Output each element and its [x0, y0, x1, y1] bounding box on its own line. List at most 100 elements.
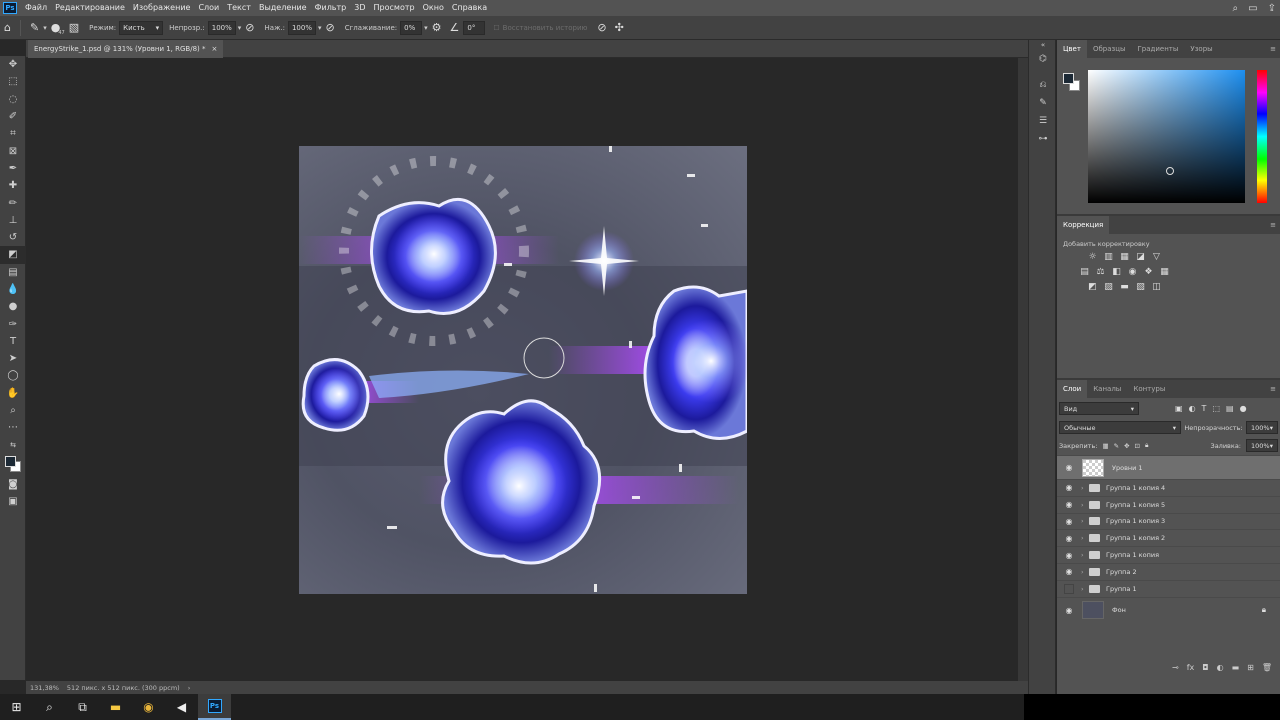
tab-layers[interactable]: Слои [1057, 380, 1088, 398]
chevron-right-icon[interactable]: › [1081, 534, 1089, 542]
file-explorer-icon[interactable]: ▬ [99, 694, 132, 720]
layer-name[interactable]: Группа 1 копия 2 [1106, 534, 1165, 542]
layer-name[interactable]: Уровни 1 [1112, 464, 1143, 472]
chevron-down-icon[interactable]: ▾ [238, 24, 242, 32]
task-view-icon[interactable]: ⧉ [66, 694, 99, 720]
fx-icon[interactable]: fx [1187, 663, 1195, 672]
eye-icon[interactable]: ◉ [1063, 534, 1075, 543]
menu-select[interactable]: Выделение [255, 0, 311, 16]
tab-swatches[interactable]: Образцы [1087, 40, 1132, 58]
chevron-right-icon[interactable]: › [1081, 484, 1089, 492]
menu-window[interactable]: Окно [419, 0, 448, 16]
history-brush-tool-icon[interactable]: ↺ [0, 229, 26, 246]
chevron-right-icon[interactable]: › [1081, 517, 1089, 525]
eye-icon[interactable]: ◉ [1063, 517, 1075, 526]
airbrush-icon[interactable]: ⊘ [326, 21, 335, 34]
color-swatches[interactable] [0, 454, 26, 476]
eye-icon[interactable]: ◉ [1063, 500, 1075, 509]
marquee-tool-icon[interactable]: ⬚ [0, 73, 26, 90]
chevron-right-icon[interactable]: › [1081, 551, 1089, 559]
close-icon[interactable]: × [212, 40, 218, 58]
crop-tool-icon[interactable]: ⌗ [0, 125, 26, 142]
selective-color-icon[interactable]: ◫ [1151, 282, 1162, 292]
black-white-icon[interactable]: ◧ [1111, 267, 1122, 277]
tab-paths[interactable]: Контуры [1127, 380, 1171, 398]
photo-filter-icon[interactable]: ◉ [1127, 267, 1138, 277]
adjustment-filter-icon[interactable]: ◐ [1189, 404, 1196, 413]
chevron-right-icon[interactable]: › [1081, 585, 1089, 593]
type-filter-icon[interactable]: T [1202, 404, 1207, 413]
filter-toggle-icon[interactable]: ● [1240, 404, 1247, 413]
tab-channels[interactable]: Каналы [1087, 380, 1127, 398]
chevron-down-icon[interactable]: ▾ [424, 24, 428, 32]
chevron-down-icon[interactable]: ▾ [318, 24, 322, 32]
posterize-icon[interactable]: ▨ [1103, 282, 1114, 292]
gradient-map-icon[interactable]: ▧ [1135, 282, 1146, 292]
new-adjustment-icon[interactable]: ◐ [1217, 663, 1224, 672]
fill-field[interactable]: 100% ▾ [1246, 439, 1278, 452]
brushes-icon[interactable]: ✎ [1029, 94, 1057, 112]
lock-artboard-icon[interactable]: ⊡ [1135, 442, 1140, 450]
more-tools-icon[interactable]: ⋯ [0, 419, 26, 436]
lock-all-icon[interactable]: 🔒︎ [1145, 441, 1148, 450]
zoom-tool-icon[interactable]: ⌕ [0, 402, 26, 419]
shape-filter-icon[interactable]: ⬚ [1212, 404, 1220, 413]
smoothing-field[interactable]: 0% [400, 20, 423, 35]
tab-patterns[interactable]: Узоры [1184, 40, 1218, 58]
menu-file[interactable]: Файл [21, 0, 51, 16]
layer-filter-select[interactable]: Вид ▾ [1059, 402, 1139, 415]
frame-tool-icon[interactable]: ⊠ [0, 142, 26, 159]
pressure-size-icon[interactable]: ⊘ [597, 21, 606, 34]
layer-name[interactable]: Фон [1112, 606, 1126, 614]
menu-filter[interactable]: Фильтр [311, 0, 351, 16]
swap-colors-icon[interactable]: ⇆ [0, 437, 26, 454]
invert-icon[interactable]: ◩ [1087, 282, 1098, 292]
lasso-tool-icon[interactable]: ◌ [0, 91, 26, 108]
eraser-tool-icon[interactable]: ◩ [0, 246, 26, 264]
move-tool-icon[interactable]: ✥ [0, 56, 26, 73]
lock-position-icon[interactable]: ✥ [1124, 442, 1129, 450]
layer-name[interactable]: Группа 1 копия [1106, 551, 1159, 559]
type-tool-icon[interactable]: T [0, 333, 26, 350]
symmetry-icon[interactable]: ✣ [615, 21, 624, 34]
blend-mode-select[interactable]: Обычные ▾ [1059, 421, 1181, 434]
history-icon[interactable]: ⎌ [1029, 76, 1057, 94]
smart-object-filter-icon[interactable]: ▤ [1226, 404, 1234, 413]
eyedropper-tool-icon[interactable]: ✒ [0, 160, 26, 177]
layer-row[interactable]: ◉ › Группа 1 копия 4 [1057, 479, 1280, 496]
hue-saturation-icon[interactable]: ▤ [1079, 267, 1090, 277]
exposure-icon[interactable]: ◪ [1135, 252, 1146, 262]
tab-color[interactable]: Цвет [1057, 40, 1087, 58]
foreground-swatch[interactable] [5, 455, 16, 467]
media-app-icon[interactable]: ◀ [165, 694, 198, 720]
eye-icon[interactable]: ◉ [1063, 463, 1075, 472]
learn-icon[interactable]: ⌬ [1029, 50, 1057, 68]
pressure-opacity-icon[interactable]: ⊘ [245, 21, 254, 34]
gradient-tool-icon[interactable]: ▤ [0, 264, 26, 281]
vertical-scrollbar[interactable] [1018, 58, 1028, 681]
layer-row[interactable]: ◉ › Группа 2 [1057, 562, 1280, 580]
home-icon[interactable]: ⌂ [4, 21, 11, 34]
quick-select-tool-icon[interactable]: ✐ [0, 108, 26, 125]
menu-edit[interactable]: Редактирование [51, 0, 129, 16]
document-tab[interactable]: EnergyStrike_1.psd @ 131% (Уровни 1, RGB… [28, 40, 224, 58]
layer-name[interactable]: Группа 1 копия 4 [1106, 484, 1165, 492]
menu-view[interactable]: Просмотр [370, 0, 419, 16]
quick-mask-icon[interactable]: ◙ [0, 476, 26, 493]
pen-tool-icon[interactable]: ✑ [0, 315, 26, 332]
healing-brush-tool-icon[interactable]: ✚ [0, 177, 26, 194]
gear-icon[interactable]: ⚙ [432, 21, 442, 34]
layer-row[interactable]: ◉ Уровни 1 [1057, 455, 1280, 479]
link-layers-icon[interactable]: ⊸ [1172, 663, 1179, 672]
hue-slider[interactable] [1257, 70, 1267, 203]
opacity-field[interactable]: 100% [207, 20, 236, 35]
lock-pixels-icon[interactable]: ✎ [1114, 442, 1119, 450]
layer-row[interactable]: › Группа 1 [1057, 579, 1280, 597]
menu-help[interactable]: Справка [448, 0, 491, 16]
ellipse-tool-icon[interactable]: ◯ [0, 367, 26, 384]
vibrance-icon[interactable]: ▽ [1151, 252, 1162, 262]
lock-transparent-icon[interactable]: ▦ [1102, 442, 1108, 450]
eye-icon[interactable]: ◉ [1063, 483, 1075, 492]
foreground-color-swatch[interactable] [1063, 73, 1074, 84]
color-balance-icon[interactable]: ⚖ [1095, 267, 1106, 277]
